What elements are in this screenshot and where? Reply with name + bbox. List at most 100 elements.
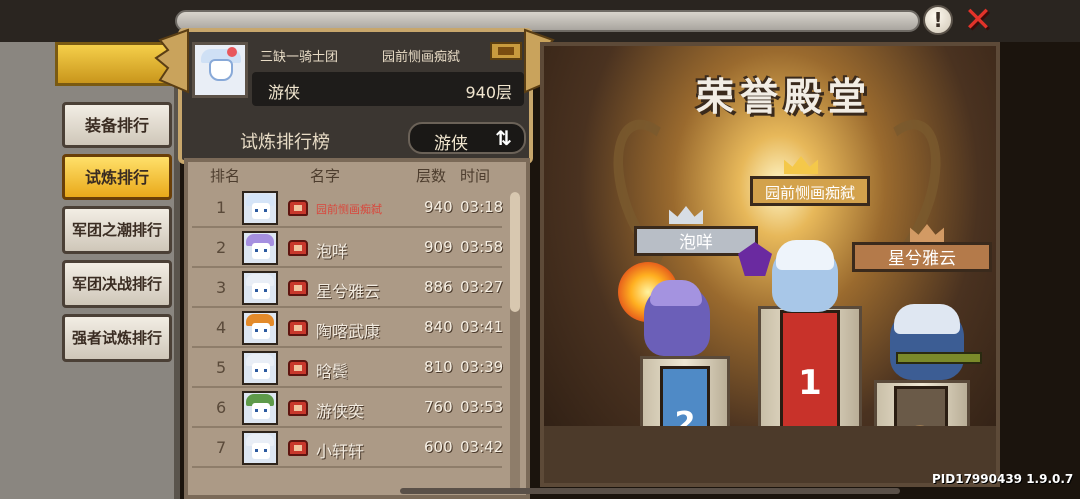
first-place-hero[interactable] (772, 240, 838, 312)
tab-legion-battle-ranking[interactable]: 军团决战排行 (62, 260, 172, 308)
scrollbar-thumb[interactable] (510, 192, 520, 312)
tab-legion-tide-ranking[interactable]: 军团之潮排行 (62, 206, 172, 254)
player-avatar[interactable] (192, 42, 248, 98)
swap-icon[interactable]: ⇅ (495, 126, 512, 150)
header-floor: 层数 (416, 167, 447, 185)
row-floor: 940 (424, 198, 453, 216)
row-time: 03:53 (460, 398, 504, 416)
rifle-icon (896, 352, 982, 364)
row-time: 03:39 (460, 358, 504, 376)
table-row[interactable]: 7 小轩轩 600 03:42 (192, 428, 504, 468)
guild-icon (288, 400, 308, 416)
wing-left-icon (154, 28, 189, 94)
ranking-rows: 1 园前恻画痴弑 940 03:18 2 泡咩 909 03:58 3 星兮雅云 886 03:27 4… (192, 188, 504, 468)
sidebar: 装备排行 试炼排行 军团之潮排行 军团决战排行 强者试炼排行 (0, 42, 180, 499)
row-player-name: 星兮雅云 (316, 282, 381, 301)
third-place-name: 星兮雅云 (852, 242, 992, 272)
table-row[interactable]: 5 晗鬓 810 03:39 (192, 348, 504, 388)
row-player-name: 泡咩 (316, 242, 349, 261)
row-avatar[interactable] (242, 231, 278, 265)
second-place-name: 泡咩 (634, 226, 758, 256)
row-floor: 760 (424, 398, 453, 416)
first-place-name: 园前恻画痴弑 (750, 176, 870, 206)
row-rank: 2 (216, 238, 227, 257)
row-time: 03:58 (460, 238, 504, 256)
avatar-eyes (255, 409, 267, 412)
player-stats-row: 游侠 940层 (252, 72, 524, 106)
sidebar-tabs: 装备排行 试炼排行 军团之潮排行 军团决战排行 强者试炼排行 (62, 102, 172, 368)
row-floor: 909 (424, 238, 453, 256)
header-time: 时间 (460, 167, 491, 185)
guild-icon (288, 440, 308, 456)
second-place-hero[interactable] (644, 280, 710, 356)
version-label: PID17990439 1.9.0.7 (932, 472, 1074, 486)
avatar-eyes (255, 249, 267, 252)
row-player-name: 晗鬓 (316, 362, 349, 381)
row-floor: 600 (424, 438, 453, 456)
row-avatar[interactable] (242, 311, 278, 345)
row-time: 03:18 (460, 198, 504, 216)
ranking-table: 排名 名字 层数 时间 1 园前恻画痴弑 940 03:18 2 泡咩 909 03:58 3 星… (184, 158, 530, 499)
table-row[interactable]: 2 泡咩 909 03:58 (192, 228, 504, 268)
tab-trial-ranking[interactable]: 试炼排行 (62, 154, 172, 200)
row-floor: 810 (424, 358, 453, 376)
row-player-name: 小轩轩 (316, 442, 365, 461)
row-player-name: 园前恻画痴弑 (316, 203, 382, 216)
row-time: 03:41 (460, 318, 504, 336)
row-rank: 7 (216, 438, 227, 457)
laurel-left-icon (595, 107, 725, 285)
header-rank: 排名 (210, 167, 241, 185)
third-place-hero[interactable] (890, 304, 964, 380)
row-avatar[interactable] (242, 271, 278, 305)
class-filter-label: 游侠 (434, 134, 468, 154)
ranking-panel: 三缺一骑士团 园前恻画痴弑 游侠 940层 试炼排行榜 游侠 ⇅ 排名 名字 层… (154, 20, 559, 499)
row-rank: 3 (216, 278, 227, 297)
alert-icon[interactable]: ! (923, 5, 953, 35)
row-floor: 840 (424, 318, 453, 336)
row-rank: 6 (216, 398, 227, 417)
player-info-card: 三缺一骑士团 园前恻画痴弑 游侠 940层 试炼排行榜 游侠 ⇅ (154, 28, 559, 164)
player-name: 园前恻画痴弑 (382, 50, 461, 65)
hall-of-fame: 荣誉殿堂 园前恻画痴弑 泡咩 星兮雅云 2 1 3 (540, 42, 1000, 487)
row-avatar[interactable] (242, 431, 278, 465)
row-rank: 1 (216, 198, 227, 217)
row-time: 03:27 (460, 278, 504, 296)
row-floor: 886 (424, 278, 453, 296)
avatar-eyes (255, 449, 267, 452)
player-class: 游侠 (268, 83, 301, 102)
table-row[interactable]: 3 星兮雅云 886 03:27 (192, 268, 504, 308)
guild-icon (288, 320, 308, 336)
avatar-eyes (255, 289, 267, 292)
row-avatar[interactable] (242, 391, 278, 425)
row-avatar[interactable] (242, 351, 278, 385)
row-avatar[interactable] (242, 191, 278, 225)
row-rank: 5 (216, 358, 227, 377)
tab-elite-trial-ranking[interactable]: 强者试炼排行 (62, 314, 172, 362)
bottom-scroll-indicator (400, 488, 900, 494)
gold-crown-icon (784, 156, 818, 174)
guild-icon (288, 280, 308, 296)
guild-icon (288, 240, 308, 256)
close-button[interactable]: ✕ (960, 3, 996, 37)
row-rank: 4 (216, 318, 227, 337)
scrollbar[interactable] (510, 192, 520, 492)
tab-equipment-ranking[interactable]: 装备排行 (62, 102, 172, 148)
row-player-name: 陶喀武康 (316, 322, 381, 341)
table-row[interactable]: 6 游侠奕 760 03:53 (192, 388, 504, 428)
guild-icon (288, 200, 308, 216)
row-player-name: 游侠奕 (316, 402, 365, 421)
avatar-eyes (255, 329, 267, 332)
player-guild-name: 三缺一骑士团 (260, 50, 339, 65)
header-name: 名字 (310, 167, 341, 185)
row-time: 03:42 (460, 438, 504, 456)
class-filter-select[interactable]: 游侠 ⇅ (408, 122, 526, 154)
hall-title: 荣誉殿堂 (695, 75, 872, 119)
table-row[interactable]: 1 园前恻画痴弑 940 03:18 (192, 188, 504, 228)
guild-badge-icon (490, 42, 522, 60)
board-title: 试炼排行榜 (240, 132, 330, 153)
table-row[interactable]: 4 陶喀武康 840 03:41 (192, 308, 504, 348)
guild-icon (288, 360, 308, 376)
avatar-eyes (255, 369, 267, 372)
player-floor: 940层 (465, 83, 512, 102)
avatar-eyes (255, 209, 267, 212)
